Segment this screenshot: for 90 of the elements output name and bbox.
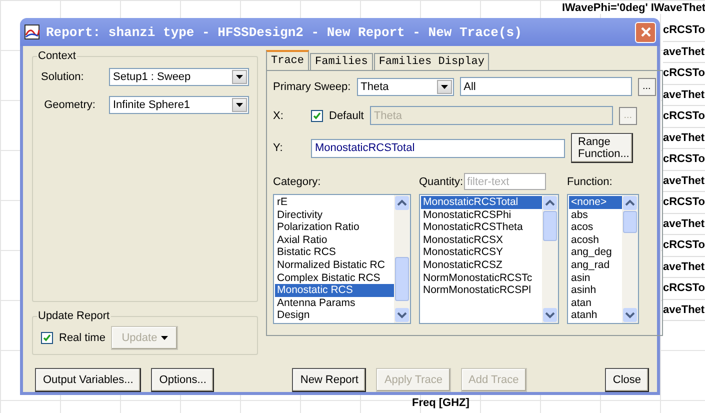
list-label: Category:: [273, 176, 321, 188]
filter-field[interactable]: filter-text: [464, 173, 546, 190]
list-item[interactable]: MonostaticRCSY: [421, 246, 542, 259]
browse-button[interactable]: ...: [638, 78, 656, 96]
legend-entry: cRCSTo: [663, 106, 705, 128]
list-label: Quantity:: [419, 176, 464, 188]
list-item[interactable]: ang_rad: [569, 258, 622, 272]
list-item[interactable]: asin: [569, 272, 622, 284]
list-item[interactable]: NormMonostaticRCSPl: [421, 284, 542, 297]
checkbox[interactable]: [311, 110, 323, 122]
list-item[interactable]: <none>: [569, 196, 622, 209]
legend-entry: aveThet: [663, 170, 705, 192]
list-item[interactable]: MonostaticRCSTheta: [421, 221, 542, 234]
legend-entry: cRCSTo: [663, 235, 705, 256]
list-box[interactable]: <none> abs acos acosh ang_deg ang_rad asin asinh atan atanh: [567, 194, 639, 324]
dialog-button[interactable]: Options...: [151, 368, 214, 392]
geometry-dropdown[interactable]: Infinite Sphere1: [109, 96, 249, 114]
list-item[interactable]: abs: [569, 208, 622, 222]
list-box[interactable]: rE Directivity Polarization Ratio Axial Ratio Bistatic RCS Normalized Bistatic RC Complex Bistatic RCS Monostatic RCS Antenna Params Design: [273, 194, 411, 324]
group-title: Context: [37, 50, 77, 62]
legend-entry: cRCSTo: [663, 278, 705, 300]
list-item[interactable]: acos: [569, 221, 622, 234]
legend-entry: cRCSTo: [663, 149, 705, 170]
list-item[interactable]: MonostaticRCSX: [421, 234, 542, 246]
scroll-up-icon[interactable]: [395, 196, 409, 210]
scroll-down-icon[interactable]: [395, 308, 409, 322]
scroll-thumb[interactable]: [623, 211, 637, 233]
list-box[interactable]: MonostaticRCSTotal MonostaticRCSPhi MonostaticRCSTheta MonostaticRCSX MonostaticRCSY MonostaticRCSZ NormMonostaticRCSTc NormMonostaticRCSPl: [419, 194, 559, 324]
dropdown-arrow-icon: [236, 103, 243, 107]
legend-entry: cRCSTo: [663, 192, 705, 214]
y-field[interactable]: MonostaticRCSTotal: [311, 138, 565, 158]
field-label: Solution:: [41, 71, 85, 83]
scroll-down-icon[interactable]: [543, 308, 557, 322]
dropdown-arrow-icon: [236, 75, 243, 79]
list-item[interactable]: rE: [275, 196, 394, 209]
list-item[interactable]: MonostaticRCSTotal: [421, 196, 542, 209]
list-item[interactable]: MonostaticRCSPhi: [421, 208, 542, 222]
primary-sweep-dropdown[interactable]: Theta: [356, 78, 454, 96]
legend-entry: aveThet: [663, 128, 705, 149]
legend-entry: aveThet: [663, 214, 705, 235]
list-item[interactable]: atan: [569, 296, 622, 310]
checkbox-label: Real time: [59, 332, 106, 344]
list-item[interactable]: Bistatic RCS: [275, 246, 394, 259]
list-item[interactable]: Polarization Ratio: [275, 221, 394, 234]
group-title: Update Report: [37, 310, 111, 322]
tab[interactable]: Families Display: [374, 53, 490, 70]
scroll-up-icon[interactable]: [543, 196, 557, 210]
list-item[interactable]: NormMonostaticRCSTc: [421, 272, 542, 284]
list-label: Function:: [567, 176, 612, 188]
list-item[interactable]: Axial Ratio: [275, 234, 394, 246]
dialog-button[interactable]: New Report: [292, 368, 366, 392]
list-item[interactable]: acosh: [569, 234, 622, 246]
list-item[interactable]: Monostatic RCS: [275, 284, 394, 297]
axis-label: Freq [GHZ]: [412, 397, 470, 409]
checkbox[interactable]: [41, 332, 53, 344]
range-function-button[interactable]: Range Function...: [571, 133, 633, 163]
tab[interactable]: Families: [310, 53, 373, 70]
dropdown-arrow-icon: [161, 336, 168, 340]
legend-entry: aveThet: [663, 84, 705, 106]
field-label: X:: [273, 110, 284, 122]
list-item[interactable]: Design: [275, 309, 394, 322]
list-item[interactable]: atanh: [569, 309, 622, 322]
window-title: Report: shanzi type - HFSSDesign2 - New Report - New Trace(s): [46, 24, 523, 40]
app-icon: [24, 24, 40, 40]
list-item[interactable]: Antenna Params: [275, 296, 394, 310]
list-item[interactable]: Directivity: [275, 208, 394, 222]
list-item[interactable]: asinh: [569, 284, 622, 297]
close-icon[interactable]: [635, 22, 656, 42]
legend-entry: aveThet: [663, 42, 705, 63]
dialog-button[interactable]: Output Variables...: [35, 368, 142, 392]
scroll-up-icon[interactable]: [623, 196, 637, 210]
legend-header: IWavePhi='0deg' IWaveThet: [562, 2, 705, 14]
scroll-thumb[interactable]: [543, 211, 557, 241]
list-item[interactable]: Normalized Bistatic RC: [275, 258, 394, 272]
field-label: Primary Sweep:: [273, 80, 351, 92]
list-item[interactable]: Complex Bistatic RCS: [275, 272, 394, 284]
field-label: Y:: [273, 142, 284, 154]
scroll-down-icon[interactable]: [623, 308, 637, 322]
solution-dropdown[interactable]: Setup1 : Sweep: [109, 68, 249, 86]
tab[interactable]: Trace: [266, 50, 310, 70]
list-item[interactable]: MonostaticRCSZ: [421, 258, 542, 272]
close-button[interactable]: Close: [604, 368, 649, 392]
sweep-range-field[interactable]: All: [460, 77, 632, 96]
scroll-thumb[interactable]: [395, 257, 409, 301]
field-label: Geometry:: [43, 99, 96, 111]
dropdown-arrow-icon: [440, 84, 448, 88]
list-item[interactable]: ang_deg: [569, 246, 622, 259]
legend-entry: aveThet: [663, 256, 705, 278]
legend-entry: aveThet: [663, 300, 705, 321]
checkbox-label: Default: [329, 110, 364, 122]
